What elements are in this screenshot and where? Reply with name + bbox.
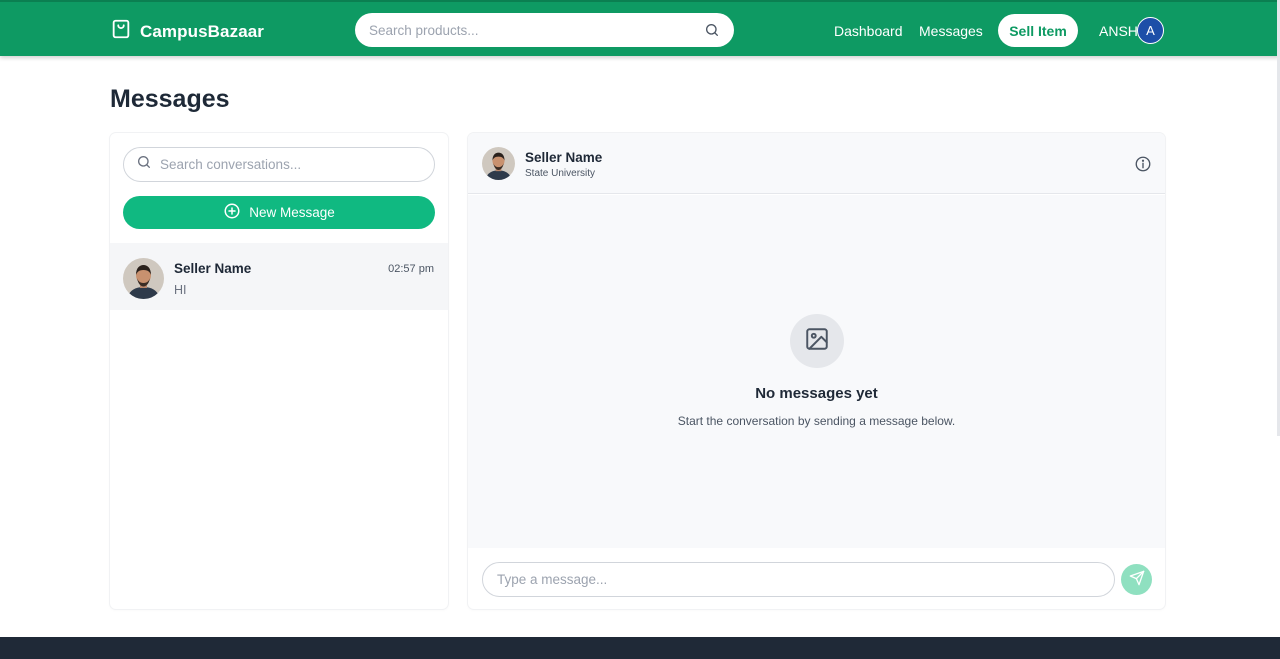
conversation-search-bar [123, 147, 435, 182]
search-icon[interactable] [704, 22, 720, 38]
brand-name: CampusBazaar [140, 21, 265, 41]
conversation-name: Seller Name [174, 261, 252, 276]
product-search-input[interactable] [369, 22, 704, 38]
conversation-item[interactable]: Seller Name 02:57 pm HI [110, 243, 448, 310]
sell-item-button[interactable]: Sell Item [998, 14, 1078, 47]
top-navbar: CampusBazaar Dashboard Messages Sell Ite… [0, 0, 1280, 56]
conversation-preview: HI [174, 283, 187, 297]
new-message-label: New Message [249, 205, 335, 220]
plus-circle-icon [223, 202, 241, 223]
empty-state-title: No messages yet [755, 385, 878, 402]
nav-messages-link[interactable]: Messages [919, 23, 983, 39]
user-name[interactable]: ANSH [1099, 23, 1138, 39]
empty-state-subtitle: Start the conversation by sending a mess… [677, 414, 956, 428]
chat-header: Seller Name State University [468, 133, 1165, 194]
image-icon [804, 326, 830, 357]
conversations-panel: New Message Seller Name 02:57 pm HI [110, 133, 448, 609]
user-avatar[interactable]: A [1137, 17, 1164, 44]
send-button[interactable] [1121, 564, 1152, 595]
chat-contact-name: Seller Name [525, 150, 603, 165]
page-title: Messages [110, 85, 230, 113]
avatar [482, 147, 515, 180]
nav-dashboard-link[interactable]: Dashboard [834, 23, 903, 39]
send-icon [1129, 570, 1145, 589]
search-icon [136, 154, 152, 175]
page-footer [0, 637, 1280, 659]
product-search-bar [355, 13, 734, 47]
message-input[interactable] [497, 572, 1100, 587]
chat-messages-area: No messages yet Start the conversation b… [468, 195, 1165, 548]
conversation-time: 02:57 pm [388, 263, 434, 275]
chat-panel: Seller Name State University No messages… [468, 133, 1165, 609]
chat-contact-university: State University [525, 168, 596, 179]
shopping-bag-icon [110, 18, 132, 45]
conversation-search-input[interactable] [160, 157, 422, 172]
new-message-button[interactable]: New Message [123, 196, 435, 229]
empty-state-icon-container [790, 314, 844, 368]
avatar [123, 258, 164, 299]
info-icon[interactable] [1134, 155, 1152, 173]
brand-logo[interactable]: CampusBazaar [110, 18, 264, 45]
message-composer [482, 562, 1115, 597]
